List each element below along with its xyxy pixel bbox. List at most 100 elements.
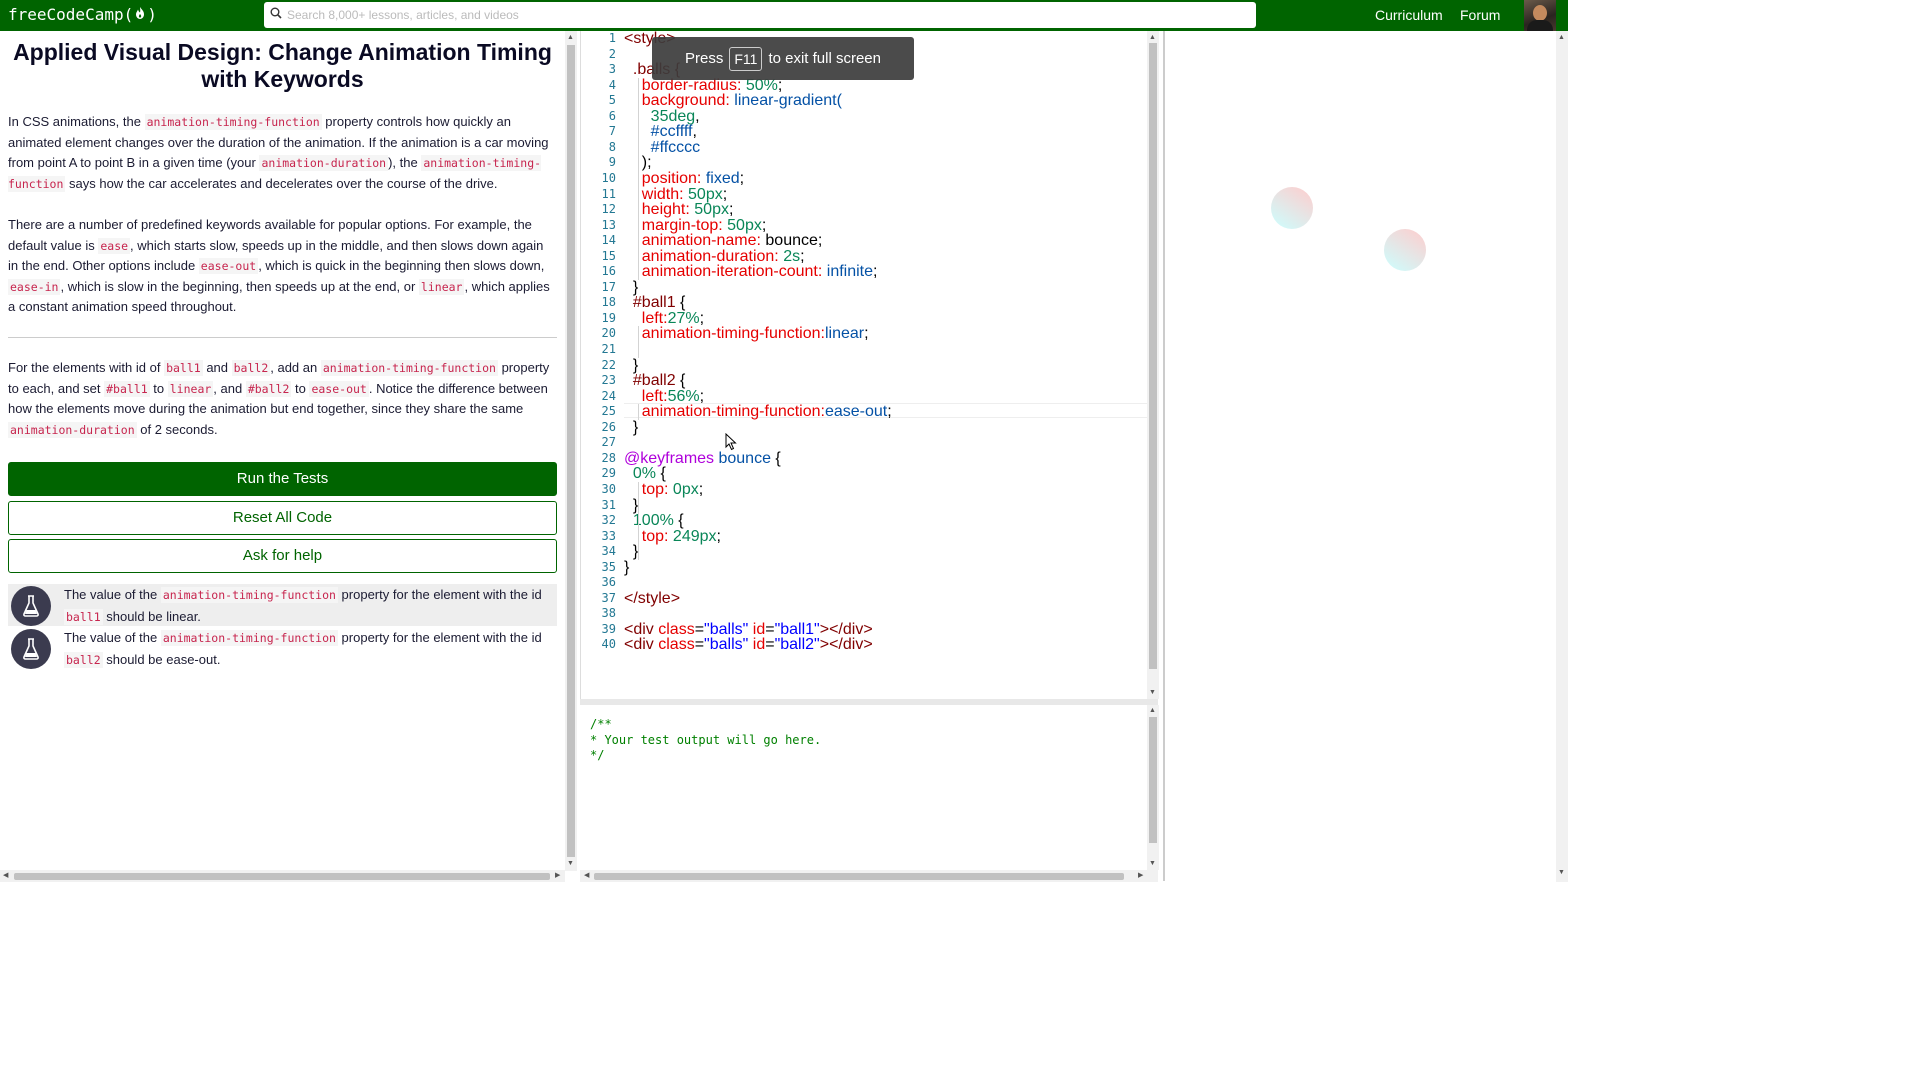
preview-ball-2: [1384, 229, 1426, 271]
code-line[interactable]: }: [624, 497, 638, 513]
line-number: 23: [601, 373, 616, 388]
scroll-up-icon[interactable]: ▲: [1149, 34, 1156, 42]
toast-rest: to exit full screen: [768, 50, 881, 67]
code-line[interactable]: animation-duration: 2s;: [624, 248, 805, 264]
code-line[interactable]: 35deg,: [624, 108, 700, 124]
scrollbar-thumb[interactable]: [14, 873, 550, 880]
scroll-left-icon[interactable]: ◀: [3, 872, 8, 880]
editor-vertical-scrollbar[interactable]: ▲ ▼: [1147, 31, 1159, 699]
line-number: 9: [608, 155, 616, 170]
scrollbar-thumb[interactable]: [1149, 717, 1157, 843]
scroll-up-icon[interactable]: ▲: [1149, 707, 1156, 715]
code-line[interactable]: #ball1 {: [624, 295, 686, 311]
nav-forum-link[interactable]: Forum: [1460, 7, 1500, 23]
code-line[interactable]: <div class="balls" id="ball1"></div>: [624, 621, 873, 637]
code-line[interactable]: }: [624, 544, 638, 560]
console-vertical-scrollbar[interactable]: ▲ ▼: [1147, 705, 1159, 870]
line-number: 31: [601, 497, 616, 512]
scroll-down-icon[interactable]: ▼: [1558, 869, 1565, 877]
code-line[interactable]: animation-timing-function:linear;: [624, 326, 869, 342]
line-number: 8: [608, 139, 616, 154]
code-line[interactable]: #ffcccc: [624, 139, 701, 155]
line-number: 3: [608, 62, 616, 77]
user-avatar[interactable]: [1524, 0, 1556, 31]
code-line[interactable]: animation-iteration-count: infinite;: [624, 264, 878, 280]
test-output-console: /** * Your test output will go here. */: [580, 705, 1148, 870]
code-line[interactable]: margin-top: 50px;: [624, 217, 767, 233]
editor-horizontal-scrollbar[interactable]: ◀ ▶: [580, 870, 1158, 882]
scroll-right-icon[interactable]: ▶: [1138, 872, 1143, 880]
code-line[interactable]: left:56%;: [624, 388, 704, 404]
line-number: 2: [608, 46, 616, 61]
line-number: 5: [608, 93, 616, 108]
code-line[interactable]: 100% {: [624, 513, 684, 529]
flask-icon: [11, 629, 51, 669]
avatar-face: [1533, 5, 1547, 21]
code-line[interactable]: height: 50px;: [624, 202, 734, 218]
instructions-horizontal-scrollbar[interactable]: ◀ ▶: [0, 870, 565, 882]
lesson-title: Applied Visual Design: Change Animation …: [13, 39, 552, 92]
line-number: 16: [601, 264, 616, 279]
line-number: 18: [601, 295, 616, 310]
code-line[interactable]: #ball2 {: [624, 373, 686, 389]
line-number: 24: [601, 388, 616, 403]
code-line[interactable]: }: [624, 559, 629, 575]
page-vertical-scrollbar[interactable]: ▲ ▼: [1556, 31, 1568, 882]
code-line[interactable]: }: [624, 357, 638, 373]
instructions-vertical-scrollbar[interactable]: ▲ ▼: [565, 31, 577, 871]
logo-end: ): [147, 5, 157, 24]
code-line[interactable]: <div class="balls" id="ball2"></div>: [624, 637, 873, 653]
code-line[interactable]: }: [624, 419, 638, 435]
line-number: 4: [608, 77, 616, 92]
code-line[interactable]: @keyframes bounce {: [624, 450, 781, 466]
line-number: 15: [601, 248, 616, 263]
search-icon: [270, 6, 282, 24]
scrollbar-thumb[interactable]: [567, 45, 575, 857]
scroll-up-icon[interactable]: ▲: [567, 34, 574, 42]
line-number: 34: [601, 544, 616, 559]
code-line[interactable]: animation-timing-function:ease-out;: [624, 404, 892, 420]
search-input[interactable]: [287, 8, 1187, 22]
nav-curriculum-link[interactable]: Curriculum: [1375, 7, 1443, 23]
line-number: 30: [601, 481, 616, 496]
logo-text: freeCodeCamp(: [8, 5, 134, 24]
indent-guide: [638, 326, 639, 358]
code-line[interactable]: width: 50px;: [624, 186, 727, 202]
run-tests-button[interactable]: Run the Tests: [8, 462, 557, 496]
search-bar[interactable]: [264, 2, 1256, 28]
code-line[interactable]: }: [624, 279, 638, 295]
scroll-down-icon[interactable]: ▼: [567, 860, 574, 868]
code-line[interactable]: 0% {: [624, 466, 666, 482]
instructions-pane: Applied Visual Design: Change Animation …: [0, 31, 565, 871]
scroll-down-icon[interactable]: ▼: [1149, 689, 1156, 697]
code-line[interactable]: top: 0px;: [624, 481, 703, 497]
console-line: /**: [590, 717, 612, 731]
line-number: 22: [601, 357, 616, 372]
scrollbar-thumb[interactable]: [1149, 43, 1157, 669]
code-line[interactable]: </style>: [624, 590, 680, 606]
fcc-logo[interactable]: freeCodeCamp( ): [8, 5, 157, 24]
line-number: 13: [601, 217, 616, 232]
fullscreen-toast: Press F11 to exit full screen: [652, 37, 914, 80]
scroll-left-icon[interactable]: ◀: [584, 872, 589, 880]
line-number: 17: [601, 279, 616, 294]
reset-code-button[interactable]: Reset All Code: [8, 501, 557, 535]
lesson-paragraph-1: In CSS animations, the animation-timing-…: [8, 114, 549, 192]
scroll-down-icon[interactable]: ▼: [1149, 860, 1156, 868]
scroll-right-icon[interactable]: ▶: [555, 872, 560, 880]
line-number: 10: [601, 170, 616, 185]
scroll-up-icon[interactable]: ▲: [1558, 34, 1565, 42]
code-line[interactable]: background: linear-gradient(: [624, 93, 842, 109]
navbar: freeCodeCamp( ) Curriculum Forum: [0, 0, 1568, 31]
ask-help-button[interactable]: Ask for help: [8, 539, 557, 573]
lesson-paragraph-3: For the elements with id of ball1 and ba…: [8, 360, 550, 438]
code-line[interactable]: position: fixed;: [624, 170, 744, 186]
code-line[interactable]: #ccffff,: [624, 124, 697, 140]
scrollbar-thumb[interactable]: [594, 873, 1124, 880]
lesson-paragraph-2: There are a number of predefined keyword…: [8, 217, 550, 314]
code-line[interactable]: left:27%;: [624, 310, 704, 326]
line-number: 21: [601, 342, 616, 356]
indent-guide: [638, 481, 639, 560]
console-line: */: [590, 748, 605, 762]
code-line[interactable]: animation-name: bounce;: [624, 233, 823, 249]
